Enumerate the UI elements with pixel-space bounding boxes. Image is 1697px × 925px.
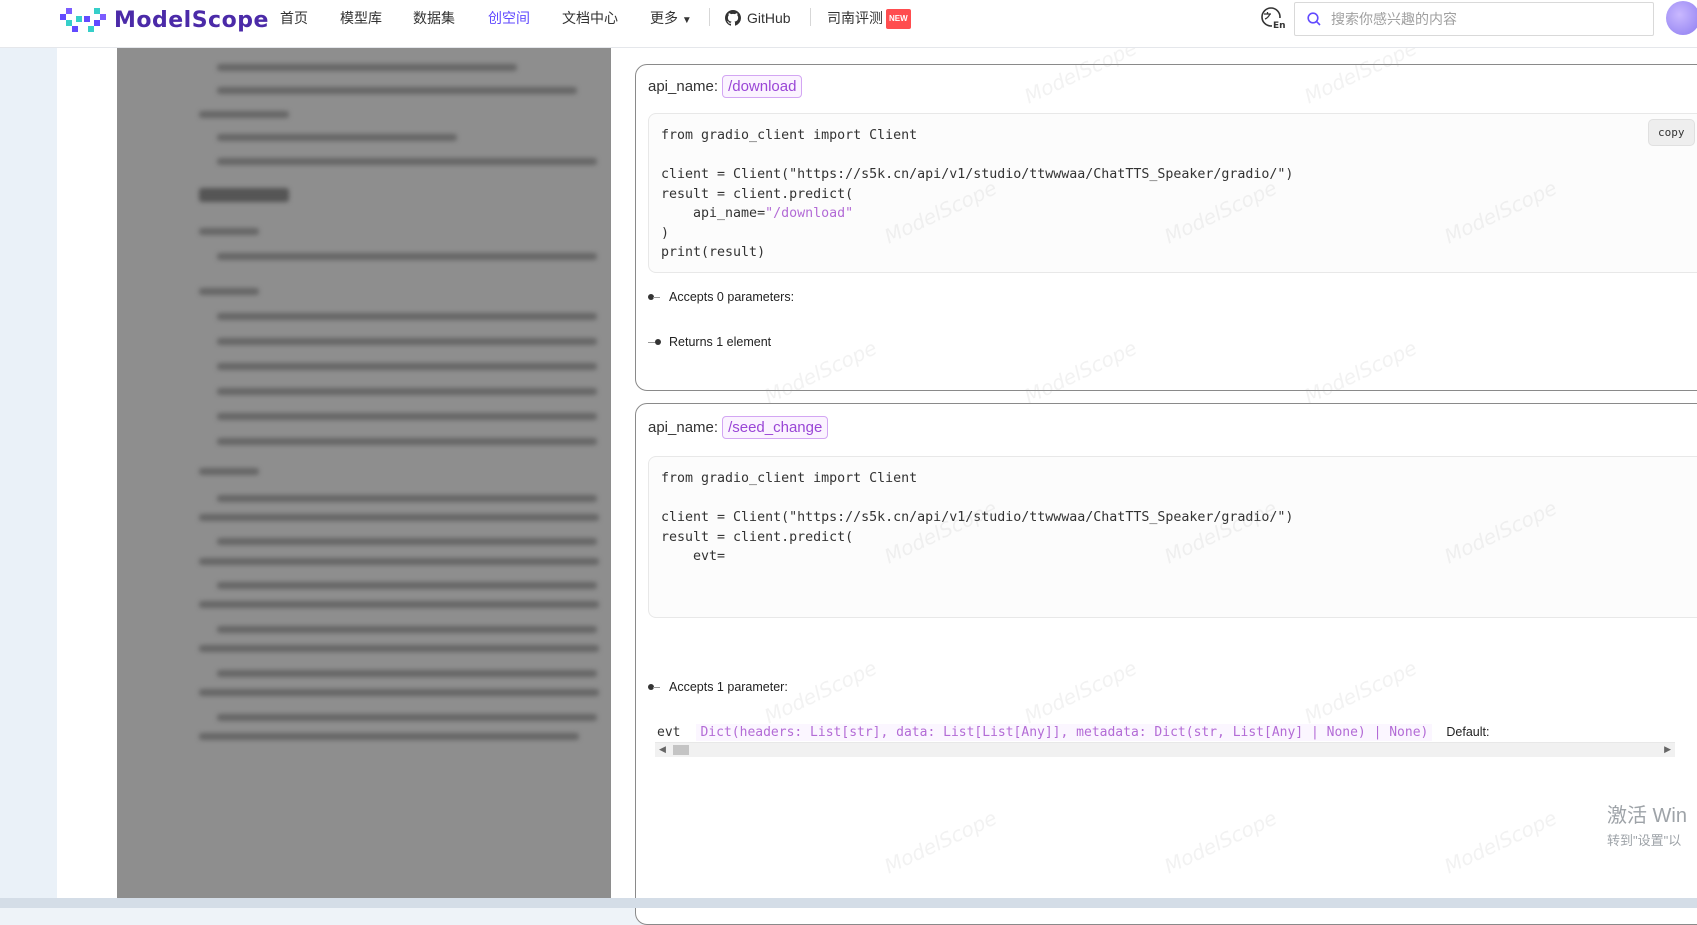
parameter-row-evt: evt Dict(headers: List[str], data: List[… (657, 721, 1489, 743)
accepts-label: Accepts 0 parameters: (669, 290, 795, 304)
api-name-label: api_name: (648, 419, 719, 436)
github-icon (725, 10, 741, 26)
nav-docs[interactable]: 文档中心 (562, 9, 618, 27)
search-box[interactable] (1294, 2, 1654, 36)
scroll-right-icon[interactable]: ▶ (1664, 744, 1671, 755)
param-default-label: Default: (1446, 725, 1490, 739)
language-switch-icon[interactable]: En (1259, 5, 1285, 31)
nav-evaluation[interactable]: 司南评测 NEW (827, 9, 911, 29)
github-label: GitHub (747, 10, 791, 26)
avatar[interactable] (1666, 1, 1697, 35)
bottom-bar (0, 898, 1697, 908)
activation-line-2: 转到"设置"以 (1607, 833, 1682, 848)
api-name-tag[interactable]: /download (722, 75, 803, 98)
api-block-seed-change: api_name: /seed_change from gradio_clien… (635, 403, 1697, 925)
toggle-dot-icon (648, 683, 661, 691)
param-name: evt (657, 724, 681, 740)
toggle-dot-icon (648, 338, 661, 346)
api-name-row: api_name: /download (648, 75, 803, 98)
top-nav: ModelScope 首页 模型库 数据集 创空间 文档中心 更多 ▼ GitH… (0, 0, 1697, 48)
blurred-readme-overlay (117, 48, 611, 900)
api-name-row: api_name: /seed_change (648, 416, 829, 439)
api-block-download: api_name: /download from gradio_client i… (635, 64, 1697, 391)
nav-divider (810, 8, 811, 26)
code-snippet[interactable]: from gradio_client import Client client … (648, 113, 1697, 273)
accepts-toggle[interactable]: Accepts 0 parameters: (648, 290, 794, 304)
caret-down-icon: ▼ (681, 15, 692, 26)
logo-text: ModelScope (114, 7, 269, 33)
horizontal-scrollbar[interactable]: ◀ ▶ (655, 742, 1675, 757)
toggle-dot-icon (648, 293, 661, 301)
param-type: Dict(headers: List[str], data: List[List… (696, 723, 1433, 741)
search-icon (1307, 12, 1321, 26)
returns-toggle[interactable]: Returns 1 element (648, 335, 771, 349)
api-name-label: api_name: (648, 78, 719, 95)
new-badge: NEW (886, 9, 911, 29)
accepts-toggle[interactable]: Accepts 1 parameter: (648, 680, 788, 694)
nav-more[interactable]: 更多 ▼ (650, 9, 692, 30)
nav-models[interactable]: 模型库 (340, 9, 382, 27)
nav-studios[interactable]: 创空间 (488, 9, 530, 27)
scrollbar-thumb[interactable] (673, 745, 689, 755)
modelscope-logo-icon (60, 8, 106, 32)
accepts-label: Accepts 1 parameter: (669, 680, 788, 694)
code-text: from gradio_client import Client client … (661, 128, 1294, 260)
scroll-left-icon[interactable]: ◀ (659, 744, 666, 755)
nav-more-label: 更多 (650, 10, 678, 26)
nav-datasets[interactable]: 数据集 (413, 9, 455, 27)
copy-button[interactable]: copy (1648, 119, 1695, 146)
code-text: from gradio_client import Client client … (661, 471, 1294, 564)
nav-home[interactable]: 首页 (280, 9, 308, 27)
search-input[interactable] (1329, 10, 1633, 28)
api-name-tag[interactable]: /seed_change (722, 416, 829, 439)
left-margin (0, 48, 57, 908)
activation-line-1: 激活 Win (1607, 805, 1687, 827)
logo[interactable]: ModelScope (60, 6, 269, 34)
doc-panel (57, 48, 117, 900)
evaluation-label: 司南评测 (827, 10, 883, 26)
nav-github[interactable]: GitHub (725, 9, 791, 27)
windows-activation-notice: 激活 Win 转到"设置"以 (1607, 799, 1687, 849)
svg-text:En: En (1273, 21, 1285, 31)
code-snippet[interactable]: from gradio_client import Client client … (648, 456, 1697, 618)
returns-label: Returns 1 element (669, 335, 772, 349)
nav-divider (709, 8, 710, 26)
